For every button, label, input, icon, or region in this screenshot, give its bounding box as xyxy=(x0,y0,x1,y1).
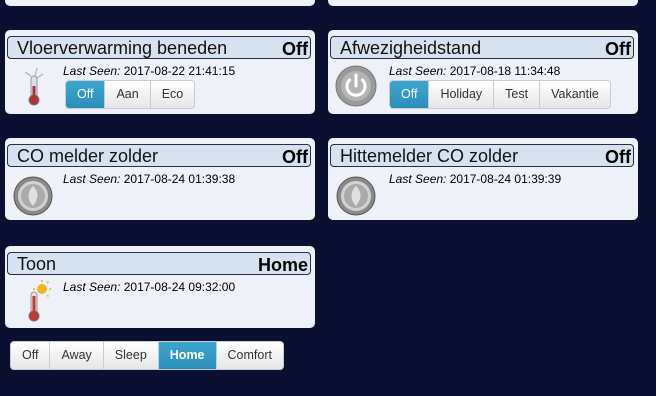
device-status: Off xyxy=(282,39,308,59)
mode-button-off[interactable]: Off xyxy=(66,81,106,108)
device-status: Home xyxy=(257,255,308,275)
device-status: Off xyxy=(605,147,631,167)
last-seen: Last Seen: 2017-08-24 09:32:00 xyxy=(63,280,236,294)
mode-button-sleep[interactable]: Sleep xyxy=(104,342,159,369)
mode-button-vakantie[interactable]: Vakantie xyxy=(540,81,610,108)
mode-button-test[interactable]: Test xyxy=(494,81,541,108)
device-name: CO melder zolder xyxy=(17,146,159,166)
device-card-co-melder: CO melder zolder Off Last Seen: 2017-08-… xyxy=(5,138,315,220)
device-card-afwezigheidstand: Afwezigheidstand Off Last Seen: 2017-08-… xyxy=(328,30,638,114)
device-name: Hittemelder CO zolder xyxy=(340,146,519,166)
device-status: Off xyxy=(605,39,631,59)
thermometer-cold-icon[interactable] xyxy=(11,64,55,108)
mode-selector: Off Aan Eco xyxy=(65,80,196,109)
device-name: Afwezigheidstand xyxy=(340,38,482,58)
device-header: Vloerverwarming beneden Off xyxy=(7,36,311,59)
device-card-vloerverwarming: Vloerverwarming beneden Off Last Seen: 2… xyxy=(5,30,315,114)
device-status: Off xyxy=(282,147,308,167)
device-name: Vloerverwarming beneden xyxy=(17,38,228,58)
mode-button-eco[interactable]: Eco xyxy=(151,81,195,108)
device-header: CO melder zolder Off xyxy=(7,144,311,167)
device-header: Toon Home xyxy=(7,252,311,275)
last-seen: Last Seen: 2017-08-24 01:39:39 xyxy=(389,172,562,186)
last-seen: Last Seen: 2017-08-24 01:39:38 xyxy=(63,172,236,186)
smoke-detector-icon xyxy=(336,176,376,216)
toon-mode-selector: Off Away Sleep Home Comfort xyxy=(10,341,284,370)
mode-button-off[interactable]: Off xyxy=(11,342,51,369)
device-card-partial xyxy=(5,0,315,6)
power-icon[interactable] xyxy=(334,64,378,108)
smoke-detector-icon xyxy=(13,176,53,216)
mode-button-comfort[interactable]: Comfort xyxy=(217,342,283,369)
mode-button-aan[interactable]: Aan xyxy=(105,81,151,108)
mode-button-away[interactable]: Away xyxy=(50,342,104,369)
device-card-hittemelder: Hittemelder CO zolder Off Last Seen: 201… xyxy=(328,138,638,220)
thermometer-hot-icon[interactable] xyxy=(11,280,55,324)
mode-button-holiday[interactable]: Holiday xyxy=(429,81,495,108)
device-card-partial xyxy=(328,0,638,6)
mode-button-home[interactable]: Home xyxy=(158,342,217,369)
device-header: Afwezigheidstand Off xyxy=(330,36,634,59)
mode-button-off[interactable]: Off xyxy=(390,81,430,108)
last-seen: Last Seen: 2017-08-22 21:41:15 xyxy=(63,64,236,78)
device-name: Toon xyxy=(17,254,57,274)
device-header: Hittemelder CO zolder Off xyxy=(330,144,634,167)
last-seen: Last Seen: 2017-08-18 11:34:48 xyxy=(389,64,561,78)
device-card-toon: Toon Home Last Seen: 2017-08-24 09:32:00 xyxy=(5,246,315,328)
mode-selector: Off Holiday Test Vakantie xyxy=(389,80,611,109)
